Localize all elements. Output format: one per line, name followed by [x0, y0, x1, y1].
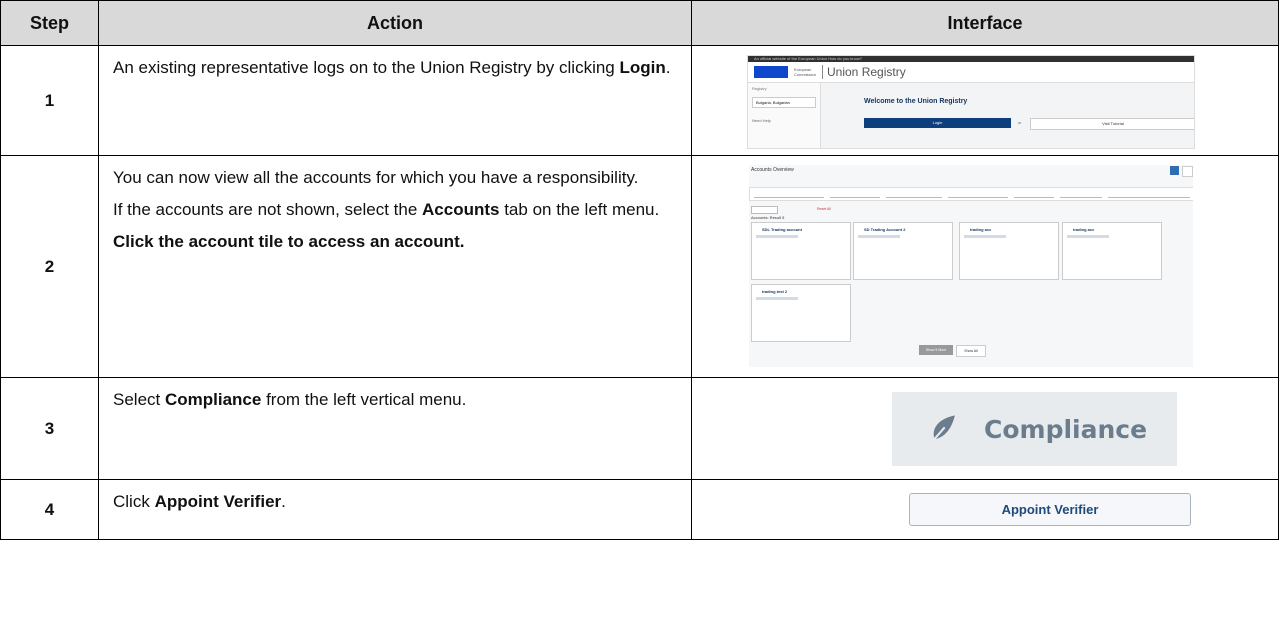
visit-tutorial-button: Visit Tutorial: [1030, 118, 1194, 130]
header-interface: Interface: [691, 0, 1279, 46]
interface-cell: Compliance: [691, 377, 1279, 480]
action-text: Select Compliance from the left vertical…: [113, 390, 467, 409]
appoint-verifier-button: Appoint Verifier: [909, 493, 1191, 526]
account-name: SD Trading Account 2: [864, 227, 906, 232]
account-tile: trading acc: [1062, 222, 1162, 280]
accounts-title: Accounts Overview: [751, 167, 794, 173]
account-name: trading test 2: [762, 289, 788, 294]
login-sidebar: Registry Bulgaria, Bulgarian Need Help: [748, 83, 821, 148]
reset-all: Reset All: [817, 207, 831, 211]
login-screenshot: An official website of the European Unio…: [747, 55, 1195, 149]
filter-field: [1014, 190, 1054, 198]
account-tile: SD Trading Account 2: [853, 222, 953, 280]
accounts-count: Accounts: Result 5: [751, 215, 785, 220]
account-badges: [1067, 235, 1109, 238]
account-badges: [858, 235, 900, 238]
action-text: If the accounts are not shown, select th…: [113, 200, 660, 219]
compliance-label: Compliance: [984, 414, 1148, 444]
header-row: Step Action Interface: [0, 0, 1279, 46]
table-row: 1 An existing representative logs on to …: [0, 45, 1279, 156]
accounts-screenshot: Accounts Overview Reset All Accounts: Re…: [749, 165, 1193, 367]
interface-cell: An official website of the European Unio…: [691, 45, 1279, 156]
action-text: Click Appoint Verifier.: [113, 492, 286, 511]
header-step: Step: [0, 0, 99, 46]
need-help: Need Help: [752, 118, 771, 123]
filter-bar: [749, 187, 1193, 201]
compliance-icon: [932, 415, 955, 442]
grid-view-icon: [1170, 166, 1179, 175]
or-text: or: [1018, 120, 1022, 125]
filter-chip: [751, 206, 779, 214]
table-row: 3 Select Compliance from the left vertic…: [0, 377, 1279, 480]
filter-field: [1108, 190, 1190, 198]
login-button: Login: [864, 118, 1011, 128]
action-cell: Select Compliance from the left vertical…: [98, 377, 692, 480]
account-name: SDL Trading account: [762, 227, 802, 232]
account-badges: [964, 235, 1006, 238]
account-name: trading acc: [1073, 227, 1095, 232]
account-tile: SDL Trading account: [751, 222, 851, 280]
compliance-menu-item: Compliance: [892, 392, 1177, 466]
account-tile: trading acc: [959, 222, 1059, 280]
filter-field: [754, 190, 824, 198]
account-badges: [756, 297, 798, 300]
country-select: Bulgaria, Bulgarian: [752, 97, 816, 108]
show-all-button: Show All: [956, 345, 986, 357]
registry-label: Registry: [752, 86, 767, 91]
eu-flag-icon: [754, 66, 788, 78]
table-row: 4 Click Appoint Verifier. Appoint Verifi…: [0, 479, 1279, 540]
steps-table: Step Action Interface 1 An existing repr…: [0, 0, 1279, 540]
action-cell: You can now view all the accounts for wh…: [98, 155, 692, 378]
interface-cell: Accounts Overview Reset All Accounts: Re…: [691, 155, 1279, 378]
ec-text: European Commission: [794, 67, 817, 77]
action-text: You can now view all the accounts for wh…: [113, 168, 639, 187]
action-text: An existing representative logs on to th…: [113, 58, 671, 77]
table-row: 2 You can now view all the accounts for …: [0, 155, 1279, 378]
interface-cell: Appoint Verifier: [691, 479, 1279, 540]
step-number: 3: [0, 377, 99, 480]
step-number: 1: [0, 45, 99, 156]
action-cell: Click Appoint Verifier.: [98, 479, 692, 540]
account-name: trading acc: [970, 227, 992, 232]
list-view-icon: [1182, 166, 1193, 177]
step-number: 2: [0, 155, 99, 378]
registry-header: European Commission Union Registry: [748, 62, 1194, 83]
action-text: Click the account tile to access an acco…: [113, 232, 465, 251]
filter-field: [948, 190, 1008, 198]
welcome-heading: Welcome to the Union Registry: [864, 98, 968, 105]
account-tile: trading test 2: [751, 284, 851, 342]
filter-field: [886, 190, 942, 198]
filter-field: [1060, 190, 1102, 198]
header-action: Action: [98, 0, 692, 46]
filter-field: [830, 190, 880, 198]
registry-title: Union Registry: [822, 65, 906, 79]
show-more-button: Show 5 More: [919, 345, 953, 355]
action-cell: An existing representative logs on to th…: [98, 45, 692, 156]
step-number: 4: [0, 479, 99, 540]
account-badges: [756, 235, 798, 238]
